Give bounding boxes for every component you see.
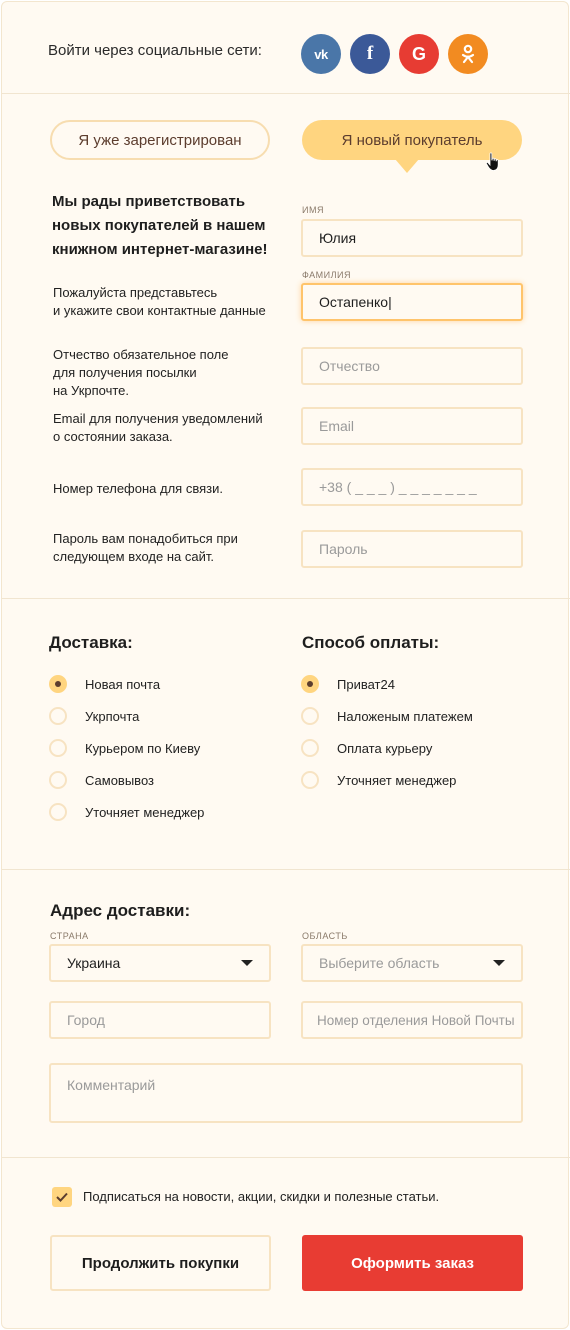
hand-cursor-icon: [485, 152, 499, 171]
delivery-option-label: Самовывоз: [85, 772, 154, 788]
post-branch-field[interactable]: Номер отделения Новой Почты: [301, 1001, 523, 1039]
delivery-option[interactable]: Новая почта: [49, 675, 160, 693]
country-select[interactable]: Украина: [49, 944, 271, 982]
radio-button[interactable]: [49, 803, 67, 821]
payment-option[interactable]: Уточняет менеджер: [301, 771, 456, 789]
phone-hint: Номер телефона для связи.: [53, 481, 223, 496]
odnoklassniki-login-button[interactable]: [448, 34, 488, 74]
social-login-label: Войти через социальные сети:: [48, 42, 262, 59]
password-hint: Пароль вам понадобиться при следующем вх…: [53, 531, 238, 564]
delivery-option-label: Укрпочта: [85, 708, 140, 724]
subscribe-checkbox[interactable]: [52, 1187, 72, 1207]
payment-option[interactable]: Наложеным платежем: [301, 707, 473, 725]
chevron-down-icon: [241, 960, 253, 966]
subscribe-label[interactable]: Подписаться на новости, акции, скидки и …: [83, 1189, 439, 1204]
facebook-login-button[interactable]: f: [350, 34, 390, 74]
welcome-text: Мы рады приветствовать новых покупателей…: [52, 193, 268, 258]
radio-button[interactable]: [49, 739, 67, 757]
facebook-icon: f: [366, 43, 374, 64]
checkout-card: Войти через социальные сети: vk f G Я уж…: [1, 1, 570, 1329]
divider: [2, 598, 570, 599]
patronymic-field[interactable]: Отчество: [301, 347, 523, 385]
radio-button[interactable]: [49, 707, 67, 725]
payment-option-label: Наложеным платежем: [337, 708, 473, 724]
radio-button[interactable]: [301, 771, 319, 789]
vk-icon: vk: [314, 46, 328, 62]
payment-option-label: Оплата курьеру: [337, 740, 433, 756]
place-order-button[interactable]: Оформить заказ: [302, 1235, 523, 1291]
country-value: Украина: [67, 955, 121, 971]
patronymic-hint: Отчество обязательное поле для получения…: [53, 347, 229, 398]
delivery-option-label: Новая почта: [85, 676, 161, 692]
email-hint: Email для получения уведомлений о состоя…: [53, 411, 263, 444]
phone-field[interactable]: +38 ( _ _ _ ) _ _ _ _ _ _ _: [301, 468, 523, 506]
active-tab-pointer: [395, 159, 419, 173]
radio-button[interactable]: [301, 675, 319, 693]
email-field[interactable]: Email: [301, 407, 523, 445]
delivery-option-label: Курьером по Киеву: [85, 740, 201, 756]
divider: [2, 869, 570, 870]
surname-label: ФАМИЛИЯ: [302, 270, 351, 280]
payment-title: Способ оплаты:: [302, 633, 440, 652]
address-title: Адрес доставки:: [50, 901, 191, 920]
region-placeholder: Выберите область: [319, 955, 440, 971]
divider: [2, 93, 570, 94]
payment-option[interactable]: Приват24: [301, 675, 395, 693]
continue-shopping-button[interactable]: Продолжить покупки: [50, 1235, 271, 1291]
name-label: ИМЯ: [302, 205, 324, 215]
surname-field[interactable]: Остапенко|: [301, 283, 523, 321]
tab-registered[interactable]: Я уже зарегистрирован: [50, 120, 270, 160]
radio-button[interactable]: [301, 707, 319, 725]
radio-button[interactable]: [49, 675, 67, 693]
comment-textarea[interactable]: Комментарий: [49, 1063, 523, 1123]
checkmark-icon: [56, 1192, 68, 1202]
delivery-option[interactable]: Уточняет менеджер: [49, 803, 204, 821]
delivery-option[interactable]: Курьером по Киеву: [49, 739, 200, 757]
name-field[interactable]: Юлия: [301, 219, 523, 257]
payment-option-label: Приват24: [337, 676, 395, 692]
radio-button[interactable]: [301, 739, 319, 757]
payment-option[interactable]: Оплата курьеру: [301, 739, 432, 757]
name-hint: Пожалуйста представьтесь и укажите свои …: [53, 285, 266, 318]
city-field[interactable]: Город: [49, 1001, 271, 1039]
radio-button[interactable]: [49, 771, 67, 789]
odnoklassniki-icon: [461, 44, 475, 64]
delivery-option-label: Уточняет менеджер: [85, 804, 205, 820]
chevron-down-icon: [493, 960, 505, 966]
password-field[interactable]: Пароль: [301, 530, 523, 568]
payment-option-label: Уточняет менеджер: [337, 772, 457, 788]
vk-login-button[interactable]: vk: [301, 34, 341, 74]
delivery-title: Доставка:: [49, 633, 133, 652]
delivery-option[interactable]: Самовывоз: [49, 771, 154, 789]
country-label: СТРАНА: [50, 931, 89, 941]
divider: [2, 1157, 570, 1158]
region-select[interactable]: Выберите область: [301, 944, 523, 982]
google-icon: G: [411, 43, 426, 64]
region-label: ОБЛАСТЬ: [302, 931, 348, 941]
delivery-option[interactable]: Укрпочта: [49, 707, 139, 725]
google-login-button[interactable]: G: [399, 34, 439, 74]
